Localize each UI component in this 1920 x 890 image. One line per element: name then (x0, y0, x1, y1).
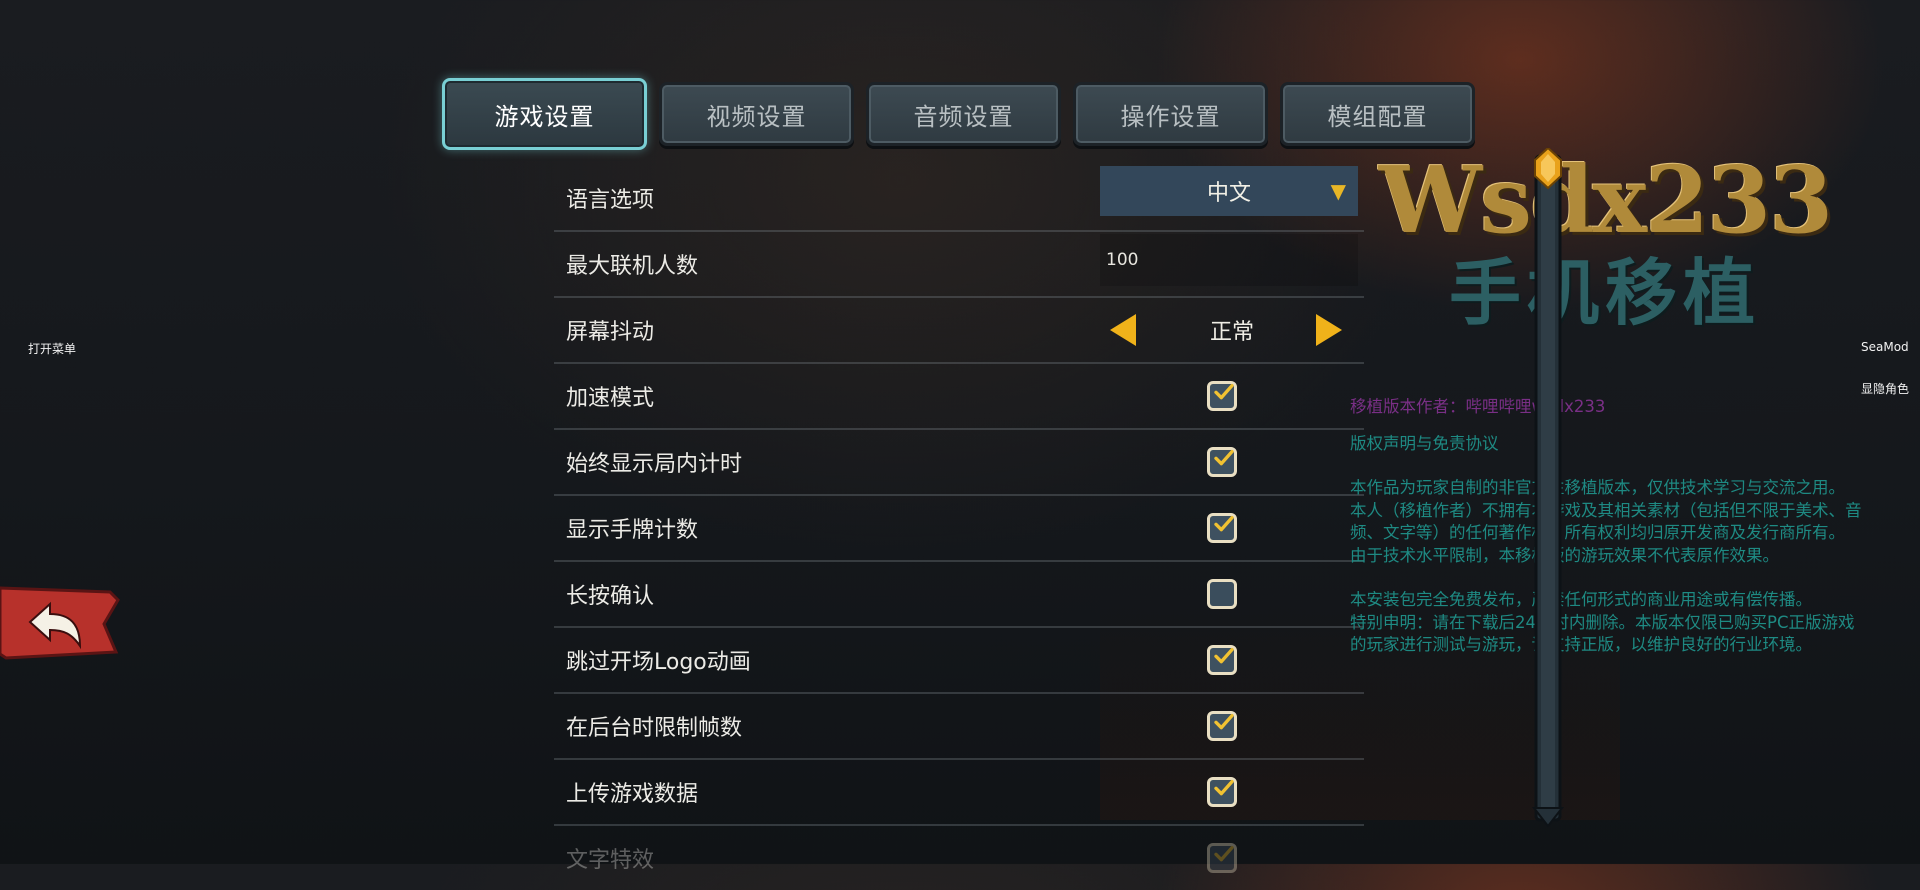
tab-audio-settings[interactable]: 音频设置 (866, 82, 1061, 146)
setting-row-always-show-timer: 始终显示局内计时 (554, 430, 1364, 496)
setting-row-long-press-confirm: 长按确认 (554, 562, 1364, 628)
setting-row-fast-mode: 加速模式 (554, 364, 1364, 430)
limit-fps-checkbox[interactable] (1207, 711, 1237, 741)
settings-scrollbar[interactable] (1530, 148, 1566, 828)
logo-title: Wsdx233 (1378, 146, 1833, 254)
previous-arrow-icon[interactable] (1110, 314, 1136, 346)
setting-label: 始终显示局内计时 (566, 452, 743, 477)
disclaimer-paragraph: 特别申明：请在下载后24小时内删除。本版本仅限已购买PC正版游戏的玩家进行测试与… (1350, 612, 1855, 655)
language-dropdown[interactable]: 中文 ▼ (1100, 166, 1358, 216)
settings-tabs: 游戏设置 视频设置 音频设置 操作设置 模组配置 (442, 78, 1475, 150)
setting-row-screen-shake: 屏幕抖动 正常 (554, 298, 1364, 364)
logo-subtitle: 手机移植 (1448, 251, 1761, 335)
dropdown-value: 中文 (1206, 181, 1251, 206)
setting-row-skip-logo: 跳过开场Logo动画 (554, 628, 1364, 694)
copyright-disclaimer: 移植版本作者：哔哩哔哩wsdx233 版权声明与免责协议 本作品为玩家自制的非官… (1350, 396, 1870, 657)
setting-row-text-effects: 文字特效 (554, 826, 1364, 890)
setting-label: 屏幕抖动 (566, 320, 655, 345)
setting-label: 上传游戏数据 (566, 782, 699, 807)
mod-logo: Wsdx233 手机移植 (1370, 150, 1840, 336)
setting-label: 显示手牌计数 (566, 518, 699, 543)
fast-mode-checkbox[interactable] (1207, 381, 1237, 411)
setting-label: 语言选项 (566, 188, 655, 213)
setting-label: 在后台时限制帧数 (566, 716, 743, 741)
setting-row-show-hand-count: 显示手牌计数 (554, 496, 1364, 562)
disclaimer-heading: 版权声明与免责协议 (1350, 433, 1499, 453)
always-show-timer-checkbox[interactable] (1207, 447, 1237, 477)
tab-control-settings[interactable]: 操作设置 (1073, 82, 1268, 146)
setting-label: 最大联机人数 (566, 254, 699, 279)
setting-label: 跳过开场Logo动画 (566, 650, 751, 675)
toggle-character-button[interactable]: 显隐角色 (1861, 380, 1909, 397)
setting-label: 加速模式 (566, 386, 655, 411)
max-players-input[interactable]: 100 (1100, 234, 1358, 286)
disclaimer-paragraph: 本人（移植作者）不拥有本游戏及其相关素材（包括但不限于美术、音频、文字等）的任何… (1350, 500, 1862, 543)
tab-game-settings[interactable]: 游戏设置 (442, 78, 647, 150)
next-arrow-icon[interactable] (1316, 314, 1342, 346)
disclaimer-paragraph: 本安装包完全免费发布，严禁任何形式的商业用途或有偿传播。 (1350, 590, 1812, 609)
screen-shake-value: 正常 (1209, 320, 1254, 345)
tab-video-settings[interactable]: 视频设置 (659, 82, 854, 146)
long-press-confirm-checkbox[interactable] (1207, 579, 1237, 609)
tab-mod-config[interactable]: 模组配置 (1280, 82, 1475, 146)
setting-row-limit-fps: 在后台时限制帧数 (554, 694, 1364, 760)
disclaimer-paragraph: 本作品为玩家自制的非官方性移植版本，仅供技术学习与交流之用。 (1350, 478, 1845, 497)
setting-row-upload-data: 上传游戏数据 (554, 760, 1364, 826)
seamod-button[interactable]: SeaMod (1861, 340, 1909, 354)
show-hand-count-checkbox[interactable] (1207, 513, 1237, 543)
setting-row-max-players: 最大联机人数 100 (554, 232, 1364, 298)
port-author: 移植版本作者：哔哩哔哩wsdx233 (1350, 397, 1606, 416)
disclaimer-paragraph: 由于技术水平限制，本移植版的游玩效果不代表原作效果。 (1350, 545, 1779, 565)
upload-data-checkbox[interactable] (1207, 777, 1237, 807)
dropdown-arrow-icon: ▼ (1330, 179, 1346, 203)
back-button[interactable] (0, 586, 120, 660)
open-menu-button[interactable]: 打开菜单 (28, 340, 76, 357)
setting-row-language: 语言选项 中文 ▼ (554, 166, 1364, 232)
text-effects-checkbox[interactable] (1207, 843, 1237, 873)
skip-logo-checkbox[interactable] (1207, 645, 1237, 675)
setting-label: 长按确认 (566, 584, 655, 609)
setting-label: 文字特效 (566, 848, 655, 873)
settings-list: 语言选项 中文 ▼ 最大联机人数 100 屏幕抖动 正常 加速模式 始终显示局内… (554, 166, 1364, 890)
